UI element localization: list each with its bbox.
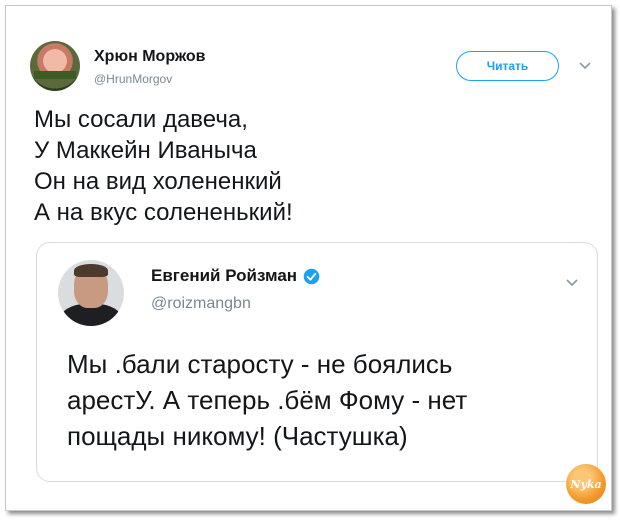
quoted-text-line: пощады никому! (Частушка)	[67, 421, 408, 451]
tweet-text-line: У Маккейн Иваныча	[34, 137, 257, 164]
avatar-hair	[74, 264, 108, 277]
chevron-down-icon[interactable]	[565, 277, 579, 289]
quoted-author-handle[interactable]: @roizmangbn	[151, 295, 251, 313]
tweet-text-line: Мы сосали давеча,	[34, 106, 248, 133]
tweet-text: Мы сосали давеча, У Маккейн Иваныча Он н…	[34, 104, 293, 228]
chevron-down-icon[interactable]	[578, 60, 592, 72]
quoted-text-line: арестУ. А теперь .бём Фому - нет	[67, 385, 468, 415]
quoted-author-name-row[interactable]: Евгений Ройзман	[151, 266, 320, 286]
watermark-logo: Nyka	[566, 464, 606, 504]
author-handle[interactable]: @HrunMorgov	[94, 72, 172, 86]
tweet-text-line: Он на вид холененкий	[34, 168, 282, 195]
quoted-tweet[interactable]: Евгений Ройзман @roizmangbn Мы .бали ста…	[36, 242, 598, 482]
quoted-author-avatar[interactable]	[58, 260, 124, 326]
quoted-author-name[interactable]: Евгений Ройзман	[151, 266, 297, 286]
quoted-text-line: Мы .бали старосту - не боялись	[67, 349, 453, 379]
avatar-band	[34, 71, 76, 79]
quoted-tweet-text: Мы .бали старосту - не боялись арестУ. А…	[67, 346, 467, 454]
tweet-card: Хрюн Моржов @HrunMorgov Читать Мы сосали…	[5, 5, 612, 511]
author-name[interactable]: Хрюн Моржов	[94, 48, 205, 66]
author-avatar[interactable]	[30, 41, 80, 91]
follow-button[interactable]: Читать	[456, 51, 559, 81]
tweet-text-line: А на вкус солененький!	[34, 199, 293, 226]
verified-badge-icon	[303, 268, 320, 284]
